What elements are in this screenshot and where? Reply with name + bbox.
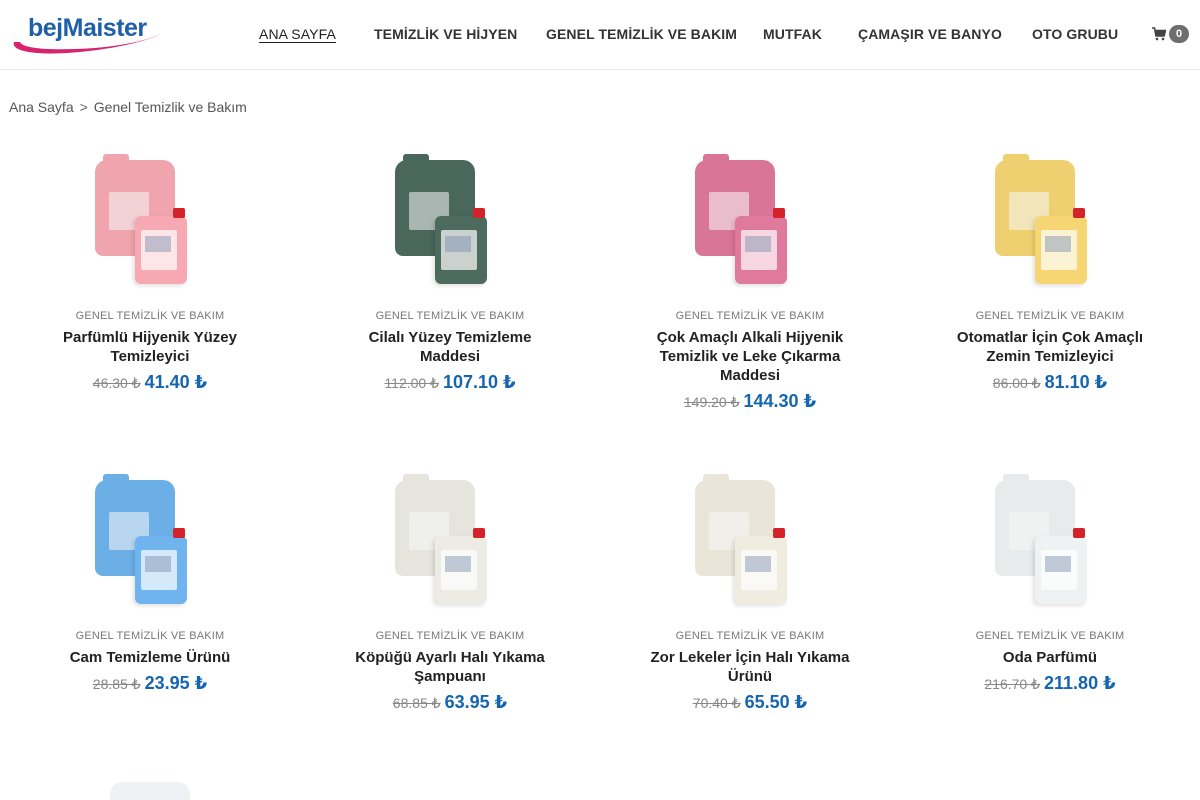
product-sale-price: 23.95 ₺ bbox=[144, 673, 208, 693]
small-canister-graphic bbox=[735, 208, 787, 284]
product-category[interactable]: GENEL TEMİZLİK VE BAKIM bbox=[900, 310, 1200, 322]
product-price: 68.85 ₺ 63.95 ₺ bbox=[300, 692, 600, 713]
product-old-price: 68.85 ₺ bbox=[392, 695, 441, 711]
small-canister-graphic bbox=[1035, 528, 1087, 604]
product-price: 86.00 ₺ 81.10 ₺ bbox=[900, 372, 1200, 393]
product-category[interactable]: GENEL TEMİZLİK VE BAKIM bbox=[600, 630, 900, 642]
product-category[interactable]: GENEL TEMİZLİK VE BAKIM bbox=[600, 310, 900, 322]
product-old-price: 86.00 ₺ bbox=[992, 375, 1041, 391]
product-image[interactable] bbox=[395, 154, 505, 290]
product-image[interactable] bbox=[95, 154, 205, 290]
product-category[interactable]: GENEL TEMİZLİK VE BAKIM bbox=[900, 630, 1200, 642]
product-name[interactable]: Çok Amaçlı Alkali Hijyenik Temizlik ve L… bbox=[645, 328, 855, 385]
product-category[interactable]: GENEL TEMİZLİK VE BAKIM bbox=[0, 310, 300, 322]
shopping-cart-icon bbox=[1152, 27, 1166, 41]
product-card[interactable]: GENEL TEMİZLİK VE BAKIM Köpüğü Ayarlı Hal… bbox=[300, 474, 600, 750]
product-old-price: 112.00 ₺ bbox=[384, 375, 439, 391]
product-category[interactable]: GENEL TEMİZLİK VE BAKIM bbox=[300, 630, 600, 642]
nav-item-auto[interactable]: OTO GRUBU bbox=[1032, 26, 1118, 42]
product-card[interactable]: GENEL TEMİZLİK VE BAKIM Otomatlar İçin Ço… bbox=[900, 154, 1200, 430]
product-old-price: 28.85 ₺ bbox=[92, 676, 141, 692]
product-card[interactable]: GENEL TEMİZLİK VE BAKIM Parfümlü Hijyenik… bbox=[0, 154, 300, 430]
product-name[interactable]: Köpüğü Ayarlı Halı Yıkama Şampuanı bbox=[345, 648, 555, 686]
nav-item-laundry-bath[interactable]: ÇAMAŞIR VE BANYO bbox=[858, 26, 1002, 42]
product-category[interactable]: GENEL TEMİZLİK VE BAKIM bbox=[300, 310, 600, 322]
small-canister-graphic bbox=[135, 528, 187, 604]
nav-item-general-cleaning[interactable]: GENEL TEMİZLİK VE BAKIM bbox=[546, 26, 737, 42]
product-image[interactable] bbox=[695, 154, 805, 290]
small-canister-graphic bbox=[1035, 208, 1087, 284]
product-image[interactable] bbox=[695, 474, 805, 610]
product-sale-price: 63.95 ₺ bbox=[444, 692, 508, 712]
product-sale-price: 81.10 ₺ bbox=[1044, 372, 1108, 392]
brand-logo[interactable]: bejMaister bbox=[10, 10, 165, 54]
product-name[interactable]: Parfümlü Hijyenik Yüzey Temizleyici bbox=[45, 328, 255, 366]
product-sale-price: 65.50 ₺ bbox=[744, 692, 808, 712]
product-price: 28.85 ₺ 23.95 ₺ bbox=[0, 673, 300, 694]
site-header: bejMaister ANA SAYFA TEMİZLİK VE HİJYEN … bbox=[0, 0, 1200, 70]
product-old-price: 46.30 ₺ bbox=[92, 375, 141, 391]
product-name[interactable]: Oda Parfümü bbox=[945, 648, 1155, 667]
product-sale-price: 211.80 ₺ bbox=[1044, 673, 1116, 693]
product-sale-price: 107.10 ₺ bbox=[442, 372, 516, 392]
product-old-price: 70.40 ₺ bbox=[692, 695, 741, 711]
nav-item-cleaning-hygiene[interactable]: TEMİZLİK VE HİJYEN bbox=[374, 26, 517, 42]
small-canister-graphic bbox=[735, 528, 787, 604]
product-price: 46.30 ₺ 41.40 ₺ bbox=[0, 372, 300, 393]
product-old-price: 216.70 ₺ bbox=[984, 676, 1041, 692]
product-card[interactable]: GENEL TEMİZLİK VE BAKIM Zor Lekeler İçin … bbox=[600, 474, 900, 750]
product-price: 216.70 ₺ 211.80 ₺ bbox=[900, 673, 1200, 694]
product-image[interactable] bbox=[995, 474, 1105, 610]
breadcrumb-separator: > bbox=[79, 99, 88, 115]
nav-item-home[interactable]: ANA SAYFA bbox=[259, 26, 336, 42]
product-image[interactable] bbox=[395, 474, 505, 610]
nav-item-kitchen[interactable]: MUTFAK bbox=[763, 26, 822, 42]
product-image[interactable] bbox=[995, 154, 1105, 290]
product-image-partial[interactable] bbox=[110, 782, 190, 800]
product-price: 112.00 ₺ 107.10 ₺ bbox=[300, 372, 600, 393]
product-card[interactable]: GENEL TEMİZLİK VE BAKIM Oda Parfümü 216.70… bbox=[900, 474, 1200, 750]
product-name[interactable]: Cilalı Yüzey Temizleme Maddesi bbox=[345, 328, 555, 366]
product-card[interactable]: GENEL TEMİZLİK VE BAKIM Cam Temizleme Ürü… bbox=[0, 474, 300, 750]
breadcrumb-home-link[interactable]: Ana Sayfa bbox=[9, 99, 74, 115]
product-sale-price: 144.30 ₺ bbox=[743, 391, 817, 411]
product-price: 70.40 ₺ 65.50 ₺ bbox=[600, 692, 900, 713]
product-price: 149.20 ₺ 144.30 ₺ bbox=[600, 391, 900, 412]
product-card[interactable]: GENEL TEMİZLİK VE BAKIM Cilalı Yüzey Temi… bbox=[300, 154, 600, 430]
product-old-price: 149.20 ₺ bbox=[683, 394, 740, 410]
product-name[interactable]: Otomatlar İçin Çok Amaçlı Zemin Temizley… bbox=[945, 328, 1155, 366]
logo-wordmark: bejMaister bbox=[28, 14, 147, 42]
breadcrumb: Ana Sayfa > Genel Temizlik ve Bakım bbox=[9, 99, 247, 115]
cart-button[interactable]: 0 bbox=[1152, 24, 1189, 44]
product-name[interactable]: Cam Temizleme Ürünü bbox=[45, 648, 255, 667]
product-card[interactable]: GENEL TEMİZLİK VE BAKIM Çok Amaçlı Alkali… bbox=[600, 154, 900, 430]
cart-count-badge: 0 bbox=[1169, 25, 1189, 43]
small-canister-graphic bbox=[435, 528, 487, 604]
product-sale-price: 41.40 ₺ bbox=[144, 372, 208, 392]
small-canister-graphic bbox=[135, 208, 187, 284]
product-category[interactable]: GENEL TEMİZLİK VE BAKIM bbox=[0, 630, 300, 642]
product-name[interactable]: Zor Lekeler İçin Halı Yıkama Ürünü bbox=[645, 648, 855, 686]
breadcrumb-current: Genel Temizlik ve Bakım bbox=[93, 99, 247, 115]
small-canister-graphic bbox=[435, 208, 487, 284]
product-image[interactable] bbox=[95, 474, 205, 610]
